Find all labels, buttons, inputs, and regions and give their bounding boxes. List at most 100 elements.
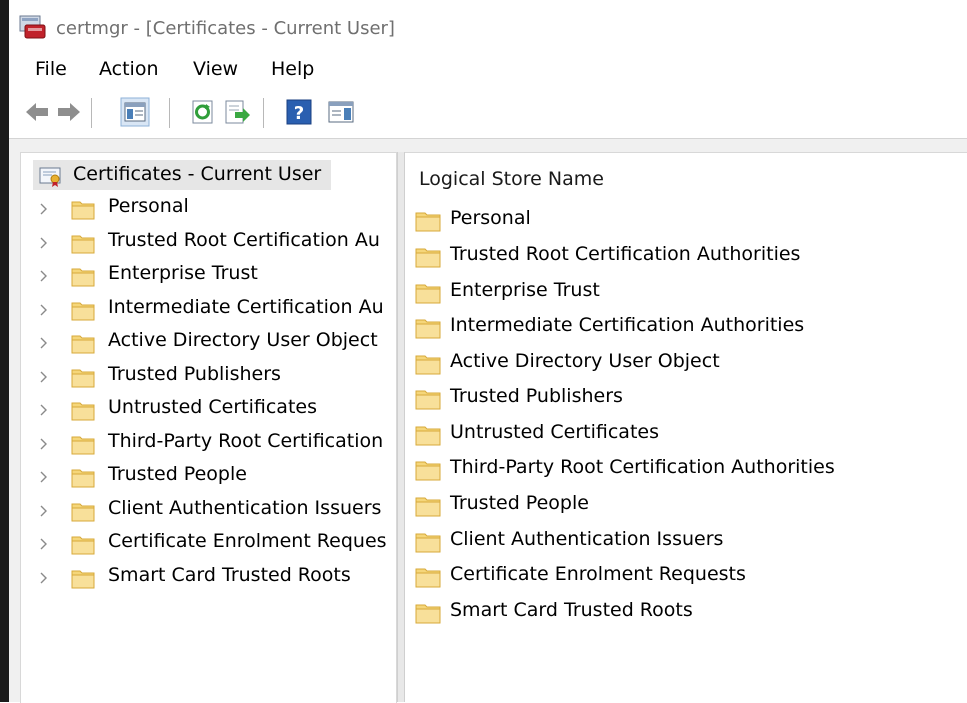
folder-icon <box>71 469 95 488</box>
folder-icon <box>415 319 441 339</box>
list-item-untrusted-certificates[interactable]: Untrusted Certificates <box>415 420 955 450</box>
list-item-intermediate-certification-authorities[interactable]: Intermediate Certification Authorities <box>415 313 955 343</box>
help-icon[interactable]: ? <box>285 98 313 126</box>
window-title: certmgr - [Certificates - Current User] <box>56 18 395 39</box>
folder-icon <box>71 268 95 287</box>
tree-item-label: Trusted Root Certification Au <box>108 229 380 251</box>
folder-icon <box>415 248 441 268</box>
list-item-label: Client Authentication Issuers <box>450 528 724 550</box>
chevron-right-icon[interactable] <box>39 504 49 518</box>
list-item-label: Enterprise Trust <box>450 279 600 301</box>
list-item-active-directory-user-object[interactable]: Active Directory User Object <box>415 349 955 379</box>
chevron-right-icon[interactable] <box>39 571 49 585</box>
list-item-client-authentication-issuers[interactable]: Client Authentication Issuers <box>415 527 955 557</box>
folder-icon <box>415 497 441 517</box>
list-item-trusted-root-certification-authorities[interactable]: Trusted Root Certification Authorities <box>415 242 955 272</box>
window-left-edge <box>0 0 9 702</box>
tree-item-label: Enterprise Trust <box>108 262 258 284</box>
folder-icon <box>71 503 95 522</box>
tree-item-certificate-enrolment-requests[interactable]: Certificate Enrolment Reques <box>21 529 396 559</box>
show-hide-console-tree-icon[interactable] <box>120 97 150 127</box>
chevron-right-icon[interactable] <box>39 202 49 216</box>
list-item-label: Personal <box>450 207 531 229</box>
toolbar: ? <box>9 88 967 139</box>
title-bar: certmgr - [Certificates - Current User] <box>9 0 967 52</box>
folder-icon <box>415 604 441 624</box>
chevron-right-icon[interactable] <box>39 537 49 551</box>
list-item-trusted-publishers[interactable]: Trusted Publishers <box>415 384 955 414</box>
tree-item-label: Smart Card Trusted Roots <box>108 564 351 586</box>
chevron-right-icon[interactable] <box>39 403 49 417</box>
tree-item-client-authentication-issuers[interactable]: Client Authentication Issuers <box>21 496 396 526</box>
tree-item-third-party-root-certification-authorities[interactable]: Third-Party Root Certification <box>21 429 396 459</box>
svg-text:?: ? <box>294 103 304 124</box>
list-item-enterprise-trust[interactable]: Enterprise Trust <box>415 278 955 308</box>
column-header-logical-store-name[interactable]: Logical Store Name <box>419 168 604 190</box>
menu-view[interactable]: View <box>193 58 238 80</box>
list-item-label: Trusted Publishers <box>450 385 623 407</box>
folder-icon <box>415 212 441 232</box>
chevron-right-icon[interactable] <box>39 269 49 283</box>
tree-item-smart-card-trusted-roots[interactable]: Smart Card Trusted Roots <box>21 563 396 593</box>
folder-icon <box>71 335 95 354</box>
export-list-icon[interactable] <box>223 98 251 126</box>
folder-icon <box>415 355 441 375</box>
folder-icon <box>71 369 95 388</box>
tree-item-trusted-publishers[interactable]: Trusted Publishers <box>21 362 396 392</box>
list-item-trusted-people[interactable]: Trusted People <box>415 491 955 521</box>
tree-root-certificates-current-user[interactable]: Certificates - Current User <box>33 160 331 190</box>
chevron-right-icon[interactable] <box>39 470 49 484</box>
certificate-manager-app-icon <box>19 15 46 39</box>
pane-splitter[interactable] <box>397 152 405 702</box>
list-item-label: Trusted Root Certification Authorities <box>450 243 801 265</box>
tree-root-label: Certificates - Current User <box>73 163 322 185</box>
console-tree-pane: Certificates - Current User Personal Tru… <box>20 152 397 703</box>
list-item-label: Active Directory User Object <box>450 350 720 372</box>
toolbar-separator <box>169 98 170 128</box>
toolbar-separator <box>91 98 92 128</box>
refresh-icon[interactable] <box>189 98 217 126</box>
tree-item-label: Third-Party Root Certification <box>108 430 384 452</box>
tree-item-label: Client Authentication Issuers <box>108 497 382 519</box>
back-icon[interactable] <box>23 98 51 126</box>
tree-item-label: Personal <box>108 195 189 217</box>
show-hide-action-pane-icon[interactable] <box>327 98 355 126</box>
chevron-right-icon[interactable] <box>39 370 49 384</box>
list-item-label: Smart Card Trusted Roots <box>450 599 693 621</box>
tree-item-active-directory-user-object[interactable]: Active Directory User Object <box>21 328 396 358</box>
folder-icon <box>71 302 95 321</box>
folder-icon <box>415 426 441 446</box>
menu-file[interactable]: File <box>35 58 67 80</box>
list-item-label: Untrusted Certificates <box>450 421 659 443</box>
list-item-certificate-enrolment-requests[interactable]: Certificate Enrolment Requests <box>415 562 955 592</box>
list-item-label: Intermediate Certification Authorities <box>450 314 805 336</box>
chevron-right-icon[interactable] <box>39 236 49 250</box>
folder-icon <box>415 568 441 588</box>
tree-item-label: Trusted People <box>108 463 247 485</box>
folder-icon <box>71 570 95 589</box>
tree-item-label: Untrusted Certificates <box>108 396 317 418</box>
folder-icon <box>415 533 441 553</box>
list-item-personal[interactable]: Personal <box>415 206 955 236</box>
tree-item-trusted-root-certification-authorities[interactable]: Trusted Root Certification Au <box>21 228 396 258</box>
tree-item-untrusted-certificates[interactable]: Untrusted Certificates <box>21 395 396 425</box>
tree-item-intermediate-certification-authorities[interactable]: Intermediate Certification Au <box>21 295 396 325</box>
folder-icon <box>71 402 95 421</box>
list-item-smart-card-trusted-roots[interactable]: Smart Card Trusted Roots <box>415 598 955 628</box>
tree-item-enterprise-trust[interactable]: Enterprise Trust <box>21 261 396 291</box>
folder-icon <box>71 235 95 254</box>
forward-icon[interactable] <box>55 98 83 126</box>
tree-item-trusted-people[interactable]: Trusted People <box>21 462 396 492</box>
menu-bar: File Action View Help <box>9 52 967 88</box>
list-item-label: Third-Party Root Certification Authoriti… <box>450 456 835 478</box>
tree-item-label: Certificate Enrolment Reques <box>108 530 387 552</box>
details-list-pane: Logical Store Name Personal Trusted Root… <box>405 152 967 703</box>
chevron-right-icon[interactable] <box>39 336 49 350</box>
chevron-right-icon[interactable] <box>39 437 49 451</box>
tree-item-personal[interactable]: Personal <box>21 194 396 224</box>
list-item-label: Trusted People <box>450 492 589 514</box>
menu-help[interactable]: Help <box>271 58 314 80</box>
chevron-right-icon[interactable] <box>39 303 49 317</box>
menu-action[interactable]: Action <box>99 58 159 80</box>
list-item-third-party-root-certification-authorities[interactable]: Third-Party Root Certification Authoriti… <box>415 455 955 485</box>
